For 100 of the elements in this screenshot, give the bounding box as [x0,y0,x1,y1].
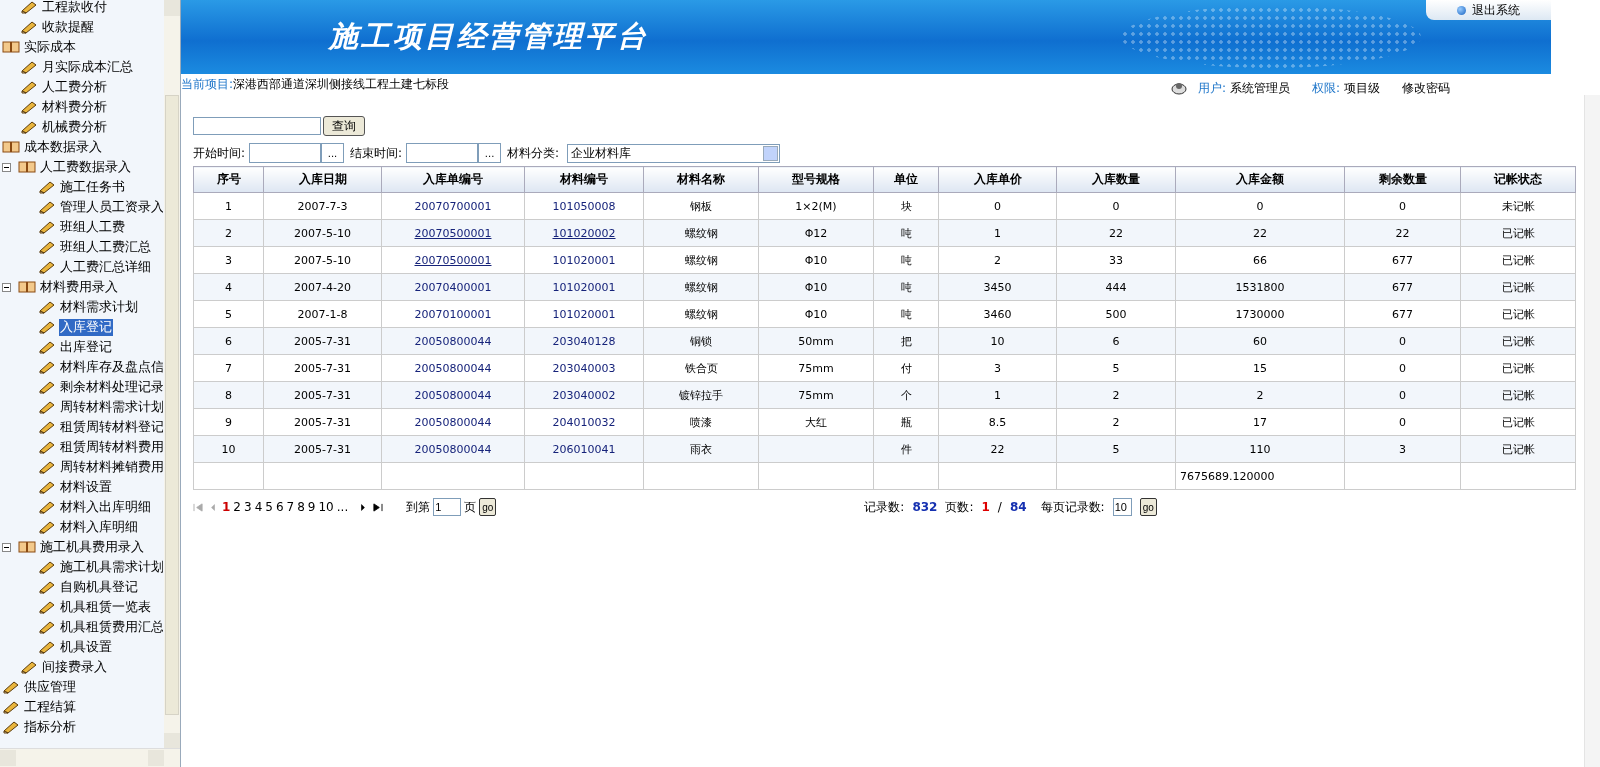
search-button[interactable]: 查询 [323,116,365,136]
table-cell: 瓶 [873,408,939,436]
table-cell: 4 [193,273,264,301]
tree-item[interactable]: 人工费汇总详细 [59,258,152,276]
tree-item[interactable]: 机具租赁费用汇总 [59,618,163,636]
tree-item[interactable]: 材料设置 [59,478,113,496]
table-cell: 镀锌拉手 [643,381,759,409]
tree-item[interactable]: 施工机具费用录入 [39,538,145,556]
page-link[interactable]: 4 [254,500,263,514]
category-dropdown[interactable]: 企业材料库 [567,143,781,163]
next-page-icon[interactable] [360,502,367,512]
collapse-box-icon[interactable] [2,162,11,172]
table-cell: 0 [1056,192,1176,220]
page-link[interactable]: 7 [286,500,295,514]
tree-item[interactable]: 材料需求计划 [59,298,139,316]
table-cell: 螺纹钢 [643,273,759,301]
tree-item[interactable]: 机具设置 [59,638,113,656]
table-cell: 17 [1175,408,1345,436]
page-link[interactable]: 10 [318,500,334,514]
tree-item[interactable]: 收款提醒 [41,18,95,36]
tree-item[interactable]: 机具租赁一览表 [59,598,152,616]
tree-item[interactable]: 工程结算 [23,698,77,716]
tree-item[interactable]: 材料费用录入 [39,278,119,296]
table-cell: 已记帐 [1460,435,1576,463]
tree-item[interactable]: 周转材料摊销费用 [59,458,163,476]
pencil-icon [20,60,38,74]
table-cell: 20070700001 [381,192,525,220]
tree-item[interactable]: 人工费分析 [41,78,108,96]
table-cell: 0 [1344,192,1461,220]
tree-item[interactable]: 周转材料需求计划 [59,398,163,416]
tree-item[interactable]: 租赁周转材料费用 [59,438,163,456]
table-cell: 22 [1056,219,1176,247]
page-link[interactable]: 9 [307,500,316,514]
pencil-icon [38,640,56,654]
table-cell: 1730000 [1175,300,1345,328]
page-link[interactable]: 5 [265,500,273,514]
tree-item[interactable]: 成本数据录入 [23,138,103,156]
tree-item[interactable]: 材料库存及盘点信 [59,358,163,376]
tree-item[interactable]: 月实际成本汇总 [41,58,134,76]
date-picker-button[interactable]: ... [321,143,345,163]
page-field[interactable]: 1 [433,498,462,516]
tree-item[interactable]: 施工任务书 [59,178,126,196]
scrollbar[interactable] [164,0,180,749]
last-page-icon[interactable] [372,502,384,512]
pencil-icon [2,700,20,714]
search-field[interactable] [193,117,321,135]
page-link[interactable]: 3 [244,500,252,514]
table-cell: 已记帐 [1460,300,1576,328]
table-cell: 20050800044 [381,435,525,463]
tree-item[interactable]: 材料入库明细 [59,518,139,536]
date-picker-button[interactable]: ... [478,143,502,163]
page-link[interactable]: 8 [297,500,305,514]
logout-button[interactable]: 退出系统 [1426,0,1551,20]
table-cell: 付 [873,354,939,382]
tree-item[interactable]: 材料费分析 [41,98,108,116]
page-link[interactable]: 6 [275,500,284,514]
go-button[interactable]: go [479,498,497,516]
scrollbar[interactable] [1584,95,1600,767]
tree-item[interactable]: 人工费数据录入 [39,158,132,176]
tree-item[interactable]: 租赁周转材料登记 [59,418,163,436]
tree-item[interactable]: 机械费分析 [41,118,108,136]
change-password-link[interactable]: 修改密码 [1402,79,1450,97]
previous-page-icon[interactable] [210,502,216,512]
first-page-icon[interactable] [193,502,204,512]
tree-item[interactable]: 实际成本 [23,38,77,56]
tree-item[interactable]: 指标分析 [23,718,77,736]
table-cell: 22 [938,435,1057,463]
tree-item[interactable]: 工程款收付 [41,0,108,16]
table-cell: 个 [873,381,939,409]
table-cell: 喷漆 [643,408,759,436]
tree-item[interactable]: 班组人工费 [59,218,126,236]
table-cell: 已记帐 [1460,408,1576,436]
tree-item[interactable]: 管理人员工资录入 [59,198,163,216]
tree-item[interactable]: 间接费录入 [41,658,108,676]
tree-item[interactable]: 出库登记 [59,338,113,356]
table-cell: 2 [1056,408,1176,436]
collapse-box-icon[interactable] [2,282,11,292]
table-cell: 2005-7-31 [263,381,382,409]
table-cell: 6 [193,327,264,355]
page-link[interactable]: 2 [233,500,241,514]
table-cell: 2 [938,246,1057,274]
table-cell: 吨 [873,219,939,247]
tree-item[interactable]: 班组人工费汇总 [59,238,152,256]
table-cell: 0 [1344,354,1461,382]
per-page-field[interactable]: 10 [1112,498,1132,516]
tree-item[interactable]: 供应管理 [23,678,77,696]
tree-item[interactable]: 施工机具需求计划 [59,558,163,576]
tree-item[interactable]: 剩余材料处理记录 [59,378,163,396]
table-cell: 677 [1344,246,1461,274]
page-link[interactable]: 1 [222,500,231,514]
go-button[interactable]: go [1139,498,1157,516]
scrollbar[interactable] [0,748,180,767]
table-cell: 已记帐 [1460,246,1576,274]
end-time-field[interactable] [406,143,479,163]
table-cell: 已记帐 [1460,273,1576,301]
collapse-box-icon[interactable] [2,542,11,552]
tree-item[interactable]: 自购机具登记 [59,578,139,596]
tree-item[interactable]: 入库登记 [59,318,113,336]
start-time-field[interactable] [249,143,322,163]
tree-item[interactable]: 材料入出库明细 [59,498,152,516]
